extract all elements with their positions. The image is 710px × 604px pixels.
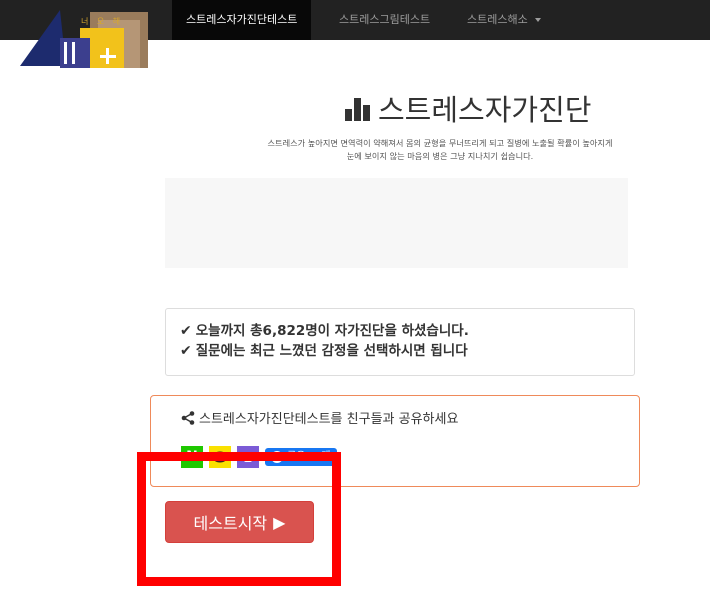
nav-item-stress-relief[interactable]: 스트레스해소 <box>453 0 555 40</box>
nav-item-stress-self-test[interactable]: 스트레스자가진단테스트 <box>172 0 312 40</box>
info-count-prefix: 오늘까지 총 <box>195 323 263 339</box>
share-title: 스트레스자가진단테스트를 친구들과 공유하세요 <box>181 408 639 427</box>
info-panel: ✔ 오늘까지 총 6,822 명이 자가진단을 하셨습니다. ✔ 질문에는 최근… <box>165 308 635 376</box>
nav-item-label: 스트레스해소 <box>467 13 528 26</box>
nav-item-stress-drawing-test[interactable]: 스트레스그림테스트 <box>325 0 444 40</box>
page-description: 스트레스가 높아지면 면역력이 약해져서 몸의 균형을 무너뜨리게 되고 질병에… <box>160 137 710 163</box>
bar-chart-icon <box>345 98 370 121</box>
page-title: 스트레스자가진단 <box>344 86 591 130</box>
check-icon: ✔ <box>180 323 192 339</box>
page-title-text: 스트레스자가진단 <box>378 93 592 127</box>
share-icon <box>181 410 195 425</box>
chevron-down-icon <box>535 18 542 22</box>
info-instruction-text: 질문에는 최근 느꼈던 감정을 선택하시면 됩니다 <box>195 343 468 359</box>
site-logo[interactable]: 너 오 해 <box>20 2 150 68</box>
check-icon: ✔ <box>180 343 192 359</box>
description-line-1: 스트레스가 높아지면 면역력이 약해져서 몸의 균형을 무너뜨리게 되고 질병에… <box>267 138 613 148</box>
highlight-box <box>137 452 341 586</box>
share-title-text: 스트레스자가진단테스트를 친구들과 공유하세요 <box>199 412 459 427</box>
nav-item-label: 스트레스자가진단테스트 <box>186 13 298 26</box>
info-count-suffix: 명이 자가진단을 하셨습니다. <box>305 323 469 339</box>
info-count-value: 6,822 <box>262 323 306 339</box>
logo-graphic <box>20 10 148 68</box>
info-line-instruction: ✔ 질문에는 최근 느꼈던 감정을 선택하시면 됩니다 <box>180 341 634 361</box>
ad-placeholder <box>165 178 628 268</box>
description-line-2: 눈에 보이지 않는 마음의 병은 그냥 지나치기 쉽습니다. <box>346 151 534 161</box>
nav-item-label: 스트레스그림테스트 <box>339 13 431 26</box>
info-line-count: ✔ 오늘까지 총 6,822 명이 자가진단을 하셨습니다. <box>180 321 634 341</box>
logo-text: 너 오 해 <box>81 17 124 26</box>
